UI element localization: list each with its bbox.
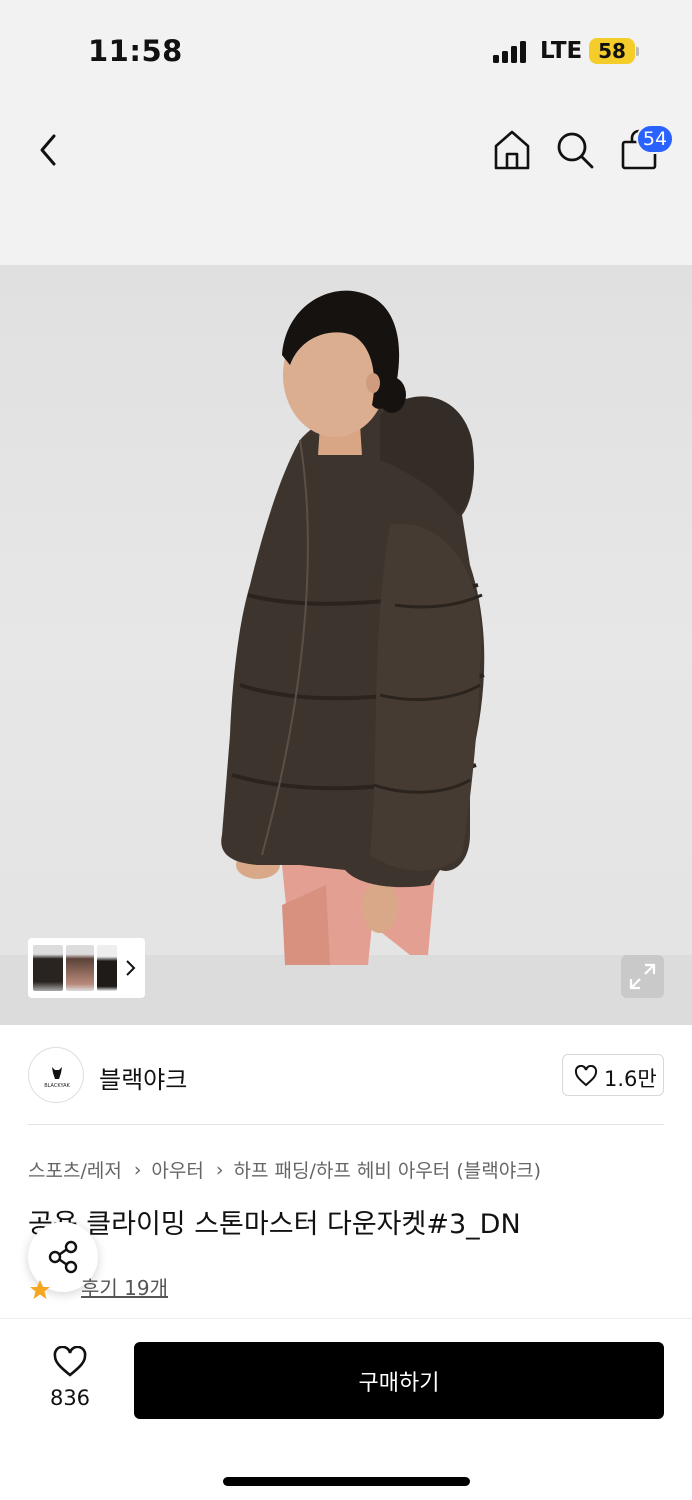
- cart-count-badge: 54: [636, 124, 674, 154]
- thumbnail-3[interactable]: [97, 945, 117, 991]
- star-icon: [30, 1280, 50, 1299]
- yak-logo-icon: [52, 1067, 62, 1079]
- battery-nub: [636, 47, 639, 56]
- battery-icon: 58: [589, 38, 635, 64]
- wishlist-count: 836: [49, 1386, 91, 1410]
- signal-strength-icon: [493, 41, 529, 63]
- breadcrumb-item-half-padding[interactable]: 하프 패딩/하프 헤비 아우터 (블랙야크): [233, 1156, 541, 1183]
- chevron-right-icon: ›: [133, 1158, 142, 1181]
- product-detail-page: 11:58 LTE 58 54 BLACKYAK 블랙야크 1.6만 스포츠/레…: [0, 0, 692, 1500]
- home-button[interactable]: [492, 128, 532, 172]
- status-time: 11:58: [88, 34, 183, 68]
- brand-logo-text: BLACKYAK: [44, 1083, 70, 1089]
- heart-icon: [574, 1065, 598, 1087]
- top-nav-bar: [0, 100, 692, 265]
- product-title: 공용 클라이밍 스톤마스터 다운자켓#3_DN: [28, 1209, 521, 1240]
- wishlist-heart-icon[interactable]: [52, 1346, 88, 1378]
- brand-name[interactable]: 블랙야크: [99, 1060, 187, 1095]
- section-divider: [28, 1124, 664, 1125]
- home-icon: [494, 130, 530, 170]
- brand-logo[interactable]: BLACKYAK: [28, 1047, 84, 1103]
- product-image-gallery[interactable]: [0, 265, 692, 1025]
- home-indicator[interactable]: [223, 1477, 470, 1486]
- chevron-left-icon: [40, 134, 56, 166]
- breadcrumb: 스포츠/레저 › 아우터 › 하프 패딩/하프 헤비 아우터 (블랙야크): [28, 1156, 541, 1183]
- search-icon: [557, 132, 594, 169]
- chevron-right-icon[interactable]: [122, 957, 138, 979]
- network-type: LTE: [540, 38, 583, 64]
- status-bar: 11:58 LTE 58: [0, 0, 692, 100]
- thumbnail-1[interactable]: [33, 945, 63, 991]
- chevron-right-icon: ›: [215, 1158, 224, 1181]
- battery-level: 58: [598, 39, 626, 63]
- buy-button[interactable]: 구매하기: [134, 1342, 664, 1419]
- brand-like-count: 1.6만: [604, 1067, 657, 1091]
- search-button[interactable]: [555, 128, 595, 172]
- expand-button[interactable]: [621, 955, 664, 998]
- brand-like-button[interactable]: 1.6만: [562, 1054, 664, 1096]
- share-icon: [48, 1240, 78, 1274]
- breadcrumb-item-sports[interactable]: 스포츠/레저: [28, 1156, 122, 1183]
- product-photo: [221, 290, 485, 965]
- review-link[interactable]: 후기 19개: [81, 1272, 168, 1301]
- thumbnail-strip[interactable]: [28, 938, 145, 998]
- breadcrumb-item-outer[interactable]: 아우터: [151, 1156, 203, 1183]
- back-button[interactable]: [32, 130, 68, 170]
- thumbnail-2[interactable]: [66, 945, 94, 991]
- expand-icon: [629, 963, 656, 990]
